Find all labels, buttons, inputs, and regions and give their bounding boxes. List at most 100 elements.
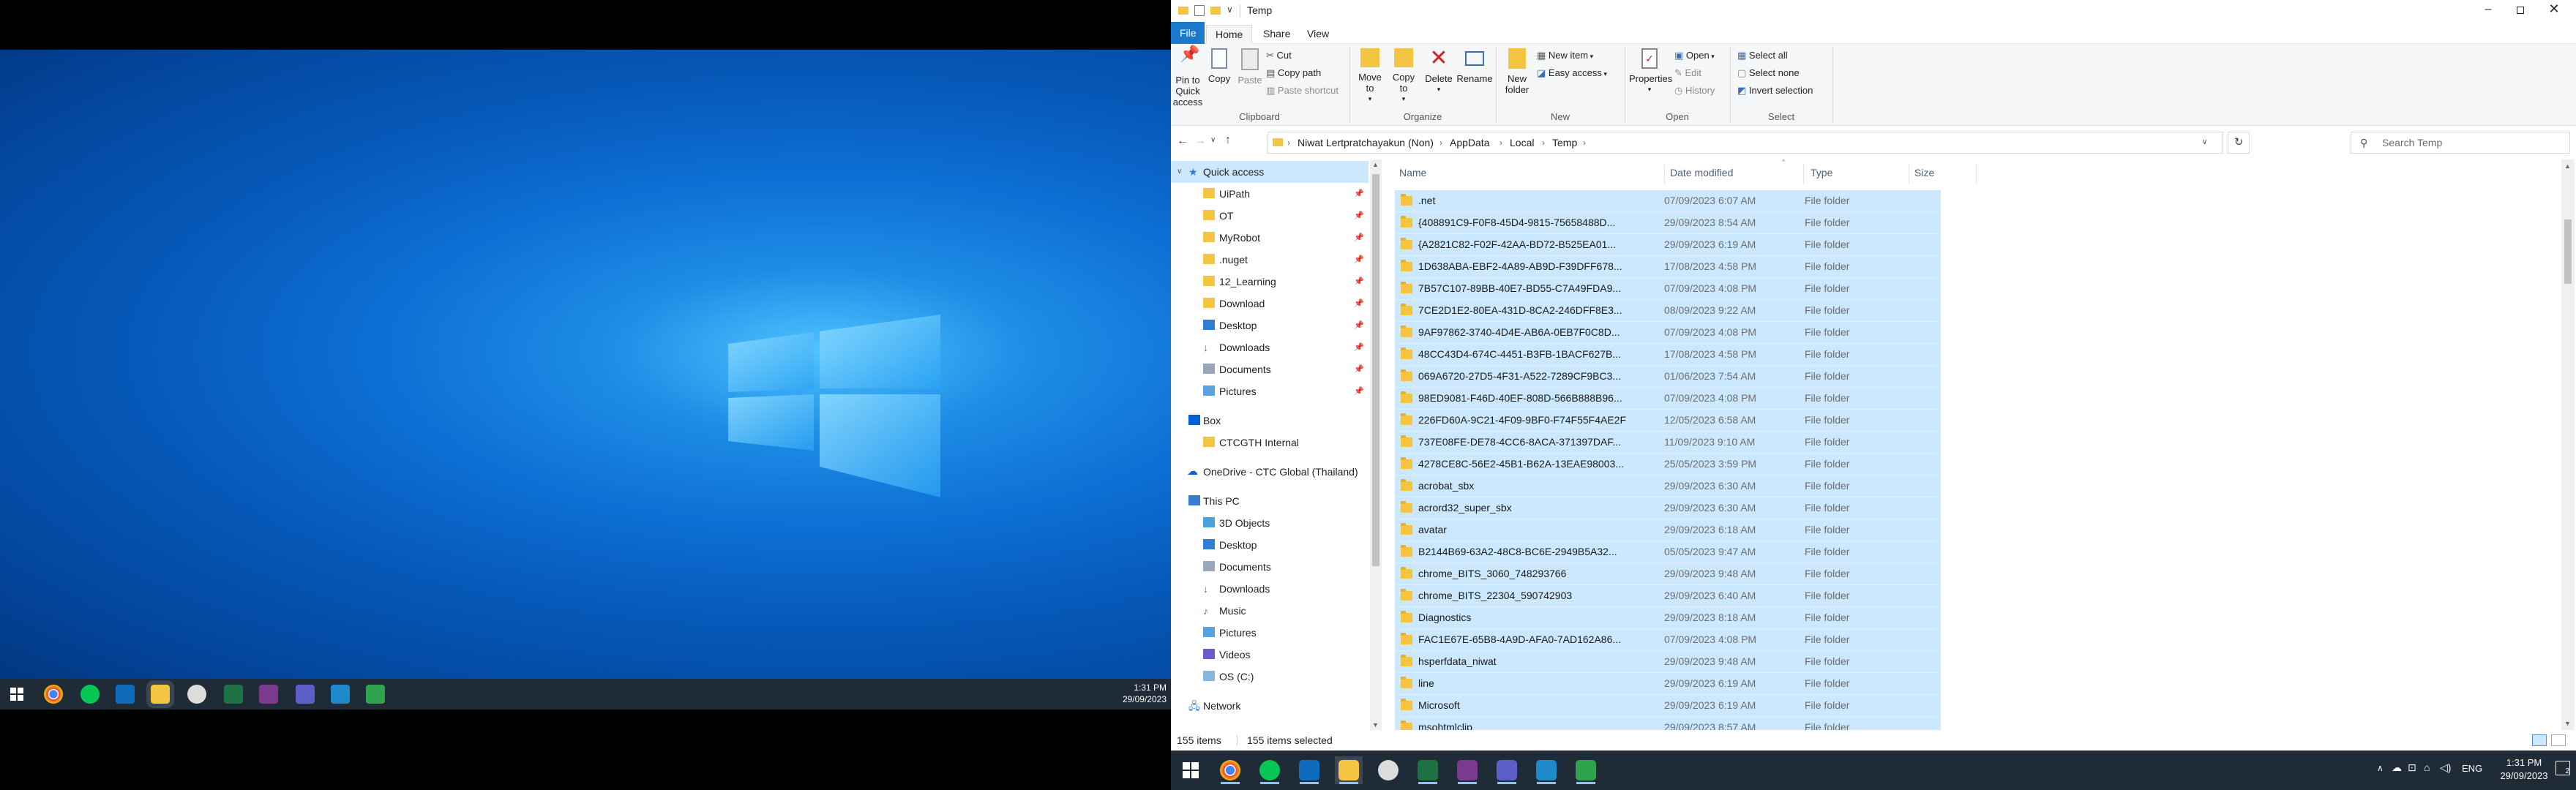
- table-row[interactable]: acrobat_sbx 29/09/2023 6:30 AM File folder: [1395, 475, 1941, 497]
- taskbar-uipath-assistant[interactable]: [1453, 756, 1481, 784]
- table-row[interactable]: Diagnostics 29/09/2023 8:18 AM File folder: [1395, 607, 1941, 629]
- chrome-icon[interactable]: [44, 685, 63, 704]
- network-icon[interactable]: ⌂: [2424, 761, 2430, 773]
- clock[interactable]: 1:31 PM 29/09/2023: [2498, 756, 2550, 783]
- file-scrollbar[interactable]: ▲ ▼: [2561, 159, 2575, 730]
- scroll-up-arrow[interactable]: ▲: [2564, 162, 2571, 170]
- nav-this-pc[interactable]: This PC: [1171, 490, 1368, 512]
- table-row[interactable]: 48CC43D4-674C-4451-B3FB-1BACF627B... 17/0…: [1395, 344, 1941, 366]
- recent-locations-button[interactable]: ∨: [1210, 136, 1216, 144]
- nav-box[interactable]: Box: [1171, 410, 1368, 432]
- address-bar[interactable]: › Niwat Lertpratchayakun (Non) › AppData…: [1268, 132, 2223, 154]
- table-row[interactable]: {A2821C82-F02F-42AA-BD72-B525EA01... 29/0…: [1395, 234, 1941, 256]
- title-bar[interactable]: ∨ Temp – ✕: [1171, 0, 2576, 22]
- table-row[interactable]: 4278CE8C-56E2-45B1-B62A-13EAE98003... 25/…: [1395, 454, 1941, 475]
- copy-to-button[interactable]: Copy to ▾: [1388, 48, 1420, 105]
- select-all-button[interactable]: ▦ Select all: [1737, 50, 1788, 61]
- left-clock[interactable]: 1:31 PM 29/09/2023: [1123, 682, 1167, 705]
- teams-icon[interactable]: [296, 685, 315, 704]
- nav-scrollbar[interactable]: ▲ ▼: [1370, 159, 1382, 730]
- tab-share[interactable]: Share: [1254, 25, 1299, 44]
- table-row[interactable]: acrord32_super_sbx 29/09/2023 6:30 AM File…: [1395, 497, 1941, 519]
- table-row[interactable]: .net 07/09/2023 6:07 AM File folder: [1395, 190, 1941, 212]
- start-button[interactable]: [1177, 756, 1205, 784]
- column-header-name[interactable]: Name: [1399, 167, 1426, 178]
- nav-item-pc-documents[interactable]: Documents: [1171, 556, 1368, 578]
- breadcrumb-local[interactable]: Local: [1510, 132, 1534, 153]
- nav-item-documents[interactable]: Documents 📌: [1171, 358, 1368, 380]
- column-divider[interactable]: [1976, 164, 1977, 184]
- select-none-button[interactable]: ▢ Select none: [1737, 67, 1800, 79]
- table-row[interactable]: FAC1E67E-65B8-4A9D-AFA0-7AD162A86... 07/0…: [1395, 629, 1941, 651]
- cloud-icon[interactable]: ☁: [2392, 761, 2402, 774]
- taskbar-teams[interactable]: [1493, 756, 1521, 784]
- start-button[interactable]: [10, 688, 23, 701]
- nav-item-pictures[interactable]: Pictures 📌: [1171, 380, 1368, 402]
- refresh-button[interactable]: ↻: [2228, 132, 2250, 154]
- new-item-button[interactable]: ▦ New item ▾: [1537, 50, 1593, 61]
- copy-path-button[interactable]: ▤ Copy path: [1266, 67, 1321, 79]
- up-button[interactable]: ↑: [1225, 134, 1231, 147]
- breadcrumb-temp[interactable]: Temp: [1552, 132, 1577, 153]
- uipath-studio-icon[interactable]: [331, 685, 350, 704]
- nav-item-nuget[interactable]: .nuget 📌: [1171, 249, 1368, 271]
- nav-item-ot[interactable]: OT 📌: [1171, 205, 1368, 227]
- file-scroll-thumb[interactable]: [2564, 219, 2572, 284]
- taskbar-line[interactable]: [1256, 756, 1284, 784]
- delete-button[interactable]: ✕ Delete ▾: [1423, 48, 1455, 95]
- breadcrumb-appdata[interactable]: AppData: [1450, 132, 1489, 153]
- details-view-button[interactable]: [2532, 734, 2547, 746]
- file-explorer-icon[interactable]: [146, 680, 174, 708]
- scroll-up-arrow[interactable]: ▲: [1372, 161, 1379, 168]
- nav-item-download[interactable]: Download 📌: [1171, 293, 1368, 315]
- nav-onedrive[interactable]: ☁ OneDrive - CTC Global (Thailand): [1171, 461, 1368, 483]
- excel-icon[interactable]: [224, 685, 243, 704]
- table-row[interactable]: msohtmlclip 29/09/2023 8:57 AM File folder: [1395, 717, 1941, 730]
- nav-item-downloads[interactable]: ↓ Downloads 📌: [1171, 336, 1368, 358]
- paste-button[interactable]: Paste: [1235, 48, 1265, 86]
- taskbar-uipath-studio[interactable]: [1532, 756, 1560, 784]
- column-header-type[interactable]: Type: [1811, 167, 1832, 178]
- table-row[interactable]: 1D638ABA-EBF2-4A89-AB9D-F39DFF678... 17/0…: [1395, 256, 1941, 278]
- taskbar-file-explorer[interactable]: [1335, 756, 1363, 784]
- edit-button[interactable]: ✎ Edit: [1674, 67, 1701, 79]
- taskbar-excel[interactable]: [1414, 756, 1442, 784]
- tab-view[interactable]: View: [1298, 25, 1338, 44]
- maximize-button[interactable]: [2506, 3, 2535, 19]
- tab-home[interactable]: Home: [1206, 25, 1253, 44]
- open-button[interactable]: ▣ Open ▾: [1674, 50, 1715, 61]
- table-row[interactable]: hsperfdata_niwat 29/09/2023 9:48 AM File f…: [1395, 651, 1941, 673]
- cut-button[interactable]: ✂ Cut: [1266, 50, 1292, 61]
- nav-item-12-learning[interactable]: 12_Learning 📌: [1171, 271, 1368, 293]
- search-input[interactable]: ⚲ Search Temp: [2351, 132, 2570, 154]
- table-row[interactable]: chrome_BITS_3060_748293766 29/09/2023 9:4…: [1395, 563, 1941, 585]
- language-indicator[interactable]: ENG: [2462, 763, 2482, 774]
- uipath-assistant-icon[interactable]: [259, 685, 278, 704]
- outlook-icon[interactable]: [116, 685, 135, 704]
- paste-shortcut-button[interactable]: ▥ Paste shortcut: [1266, 85, 1338, 97]
- taskbar-outlook[interactable]: [1295, 756, 1323, 784]
- nav-item-myrobot[interactable]: MyRobot 📌: [1171, 227, 1368, 249]
- forward-button[interactable]: →: [1194, 135, 1206, 148]
- close-button[interactable]: ✕: [2539, 1, 2569, 19]
- scroll-down-arrow[interactable]: ▼: [2564, 720, 2571, 727]
- column-divider[interactable]: [1803, 164, 1804, 184]
- nav-quick-access[interactable]: ∨ ★ Quick access: [1171, 161, 1368, 183]
- column-divider[interactable]: [1664, 164, 1665, 184]
- nav-scroll-thumb[interactable]: [1372, 174, 1379, 566]
- properties-button[interactable]: ✓ Properties ▾: [1629, 48, 1672, 95]
- nav-item-uipath[interactable]: UiPath 📌: [1171, 183, 1368, 205]
- address-dropdown-icon[interactable]: ∨: [2202, 132, 2207, 153]
- taskbar-app[interactable]: [1374, 756, 1402, 784]
- nav-item-3d-objects[interactable]: 3D Objects: [1171, 512, 1368, 534]
- nav-item-videos[interactable]: Videos: [1171, 644, 1368, 666]
- copy-button[interactable]: Copy: [1206, 48, 1232, 84]
- show-hidden-icons-button[interactable]: ∧: [2377, 763, 2384, 773]
- tab-file[interactable]: File: [1171, 22, 1205, 44]
- easy-access-button[interactable]: ◪ Easy access ▾: [1537, 67, 1607, 79]
- customize-qa-icon[interactable]: ∨: [1227, 4, 1233, 15]
- table-row[interactable]: 069A6720-27D5-4F31-A522-7289CF9BC3... 01/…: [1395, 366, 1941, 388]
- scroll-down-arrow[interactable]: ▼: [1372, 721, 1379, 729]
- invert-selection-button[interactable]: ◩ Invert selection: [1737, 85, 1813, 97]
- table-row[interactable]: 7B57C107-89BB-40E7-BD55-C7A49FDA9... 07/0…: [1395, 278, 1941, 300]
